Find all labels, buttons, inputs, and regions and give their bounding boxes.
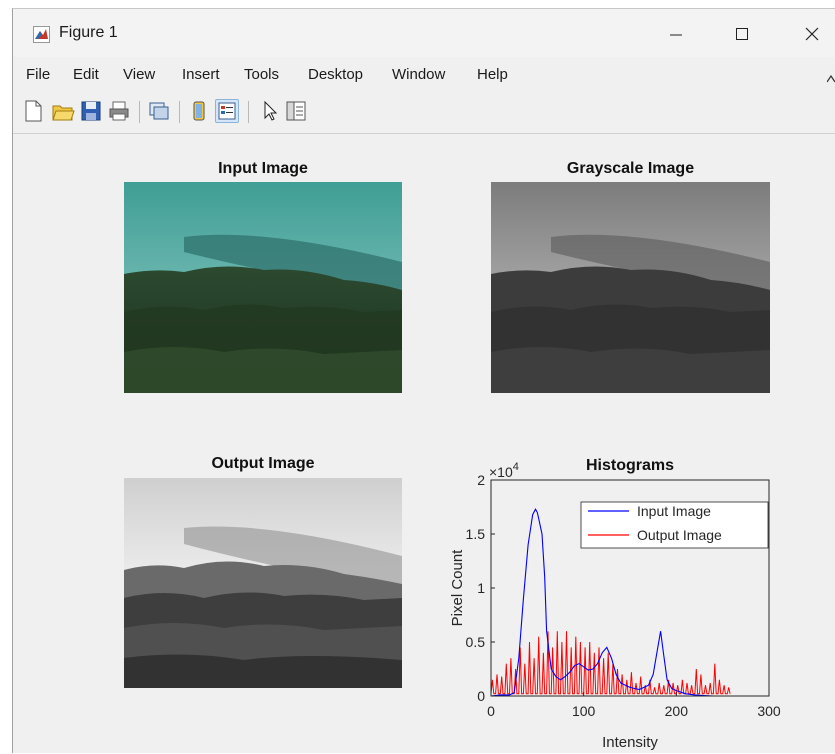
- histogram-chart: Histograms ×104 0 100 200 300 0 0.5 1 1.5 2 Inte…: [449, 457, 781, 751]
- x-tick-label: 300: [757, 703, 781, 719]
- hide-plot-tools-button[interactable]: [187, 99, 211, 123]
- toolbar-separator: [248, 101, 249, 123]
- output-image: [124, 478, 402, 688]
- output-image-title: Output Image: [211, 455, 315, 472]
- title-bar[interactable]: Figure 1: [13, 9, 835, 57]
- y-tick-label: 2: [477, 472, 485, 488]
- menu-file[interactable]: File: [26, 66, 50, 83]
- minimize-button[interactable]: [652, 19, 700, 49]
- plot-tools-icon: [218, 102, 236, 120]
- legend[interactable]: Input Image Output Image: [580, 501, 769, 549]
- y-axis-label: Pixel Count: [449, 549, 466, 627]
- save-button[interactable]: [79, 99, 103, 123]
- x-tick-label: 0: [487, 703, 495, 719]
- x-tick-label: 200: [665, 703, 689, 719]
- input-image-title: Input Image: [218, 160, 308, 177]
- series-line-output-image: [490, 631, 731, 695]
- property-inspector-icon: [286, 101, 306, 121]
- minimize-icon: [670, 34, 682, 36]
- window-title: Figure 1: [59, 24, 118, 41]
- menu-edit[interactable]: Edit: [73, 66, 99, 83]
- property-inspector-button[interactable]: [284, 99, 308, 123]
- edit-plot-button[interactable]: [258, 99, 282, 123]
- menu-overflow-arrow-icon[interactable]: [827, 75, 835, 83]
- open-file-button[interactable]: [51, 99, 75, 123]
- menu-desktop[interactable]: Desktop: [308, 66, 363, 83]
- open-folder-icon: [52, 105, 75, 121]
- save-disk-icon: [81, 101, 101, 121]
- menu-help[interactable]: Help: [477, 66, 508, 83]
- menu-tools[interactable]: Tools: [244, 66, 279, 83]
- printer-icon: [109, 101, 129, 121]
- menu-window[interactable]: Window: [392, 66, 445, 83]
- toolbar-separator: [139, 101, 140, 123]
- matlab-logo-icon: [33, 26, 50, 43]
- maximize-button[interactable]: [718, 19, 766, 49]
- y-tick-label: 0: [477, 688, 485, 704]
- toolbar-separator: [179, 101, 180, 123]
- pointer-arrow-icon: [264, 100, 278, 121]
- y-tick-label: 1.5: [466, 526, 486, 542]
- close-icon: [805, 27, 819, 41]
- print-button[interactable]: [107, 99, 131, 123]
- figure-panel-icon: [193, 101, 205, 121]
- show-plot-tools-button[interactable]: [215, 99, 239, 123]
- chart-title: Histograms: [586, 457, 674, 474]
- menu-insert[interactable]: Insert: [182, 66, 220, 83]
- input-image: [124, 182, 402, 393]
- maximize-icon: [736, 28, 748, 40]
- grayscale-image-title: Grayscale Image: [566, 160, 695, 177]
- y-tick-label: 0.5: [466, 634, 486, 650]
- close-button[interactable]: [788, 19, 835, 49]
- new-figure-button[interactable]: [21, 99, 45, 123]
- link-plot-icon: [149, 102, 169, 120]
- legend-label-output: Output Image: [637, 527, 722, 543]
- y-exponent-label: ×104: [489, 461, 519, 480]
- new-file-icon: [25, 100, 42, 122]
- x-axis-label: Intensity: [602, 734, 658, 751]
- menu-view[interactable]: View: [123, 66, 155, 83]
- legend-label-input: Input Image: [637, 503, 711, 519]
- y-tick-label: 1: [477, 580, 485, 596]
- menu-bar: File Edit View Insert Tools Desktop Wind…: [13, 57, 835, 91]
- toolbar: [13, 93, 835, 134]
- figure-window: Figure 1 File Edit View Insert Tools Des…: [12, 8, 835, 753]
- grayscale-image: [491, 182, 770, 393]
- link-plot-button[interactable]: [147, 99, 171, 123]
- x-tick-label: 100: [572, 703, 596, 719]
